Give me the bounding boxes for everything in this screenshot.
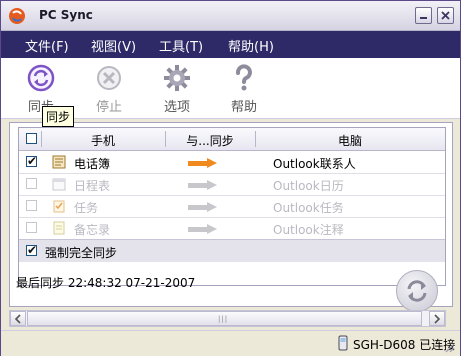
row-pc-label: Outlook日历 [273, 179, 344, 193]
status-bar: SGH-D608 已连接 [1, 330, 460, 356]
row-pc-label: Outlook联系人 [273, 157, 356, 171]
close-button[interactable] [437, 7, 454, 24]
sync-arrow-icon [188, 180, 217, 190]
task-icon [53, 200, 65, 213]
options-gear-icon [164, 65, 190, 91]
stop-icon [97, 66, 121, 90]
sync-arrow-icon [188, 158, 217, 168]
window-title: PC Sync [39, 8, 93, 22]
sync-arrow-icon [188, 202, 217, 212]
title-bar[interactable]: PC Sync [1, 1, 460, 31]
stop-button-label: 停止 [95, 100, 122, 115]
menu-help[interactable]: 帮助(H) [228, 36, 274, 55]
header-pc[interactable]: 电脑 [255, 132, 445, 149]
force-full-sync-checkbox[interactable]: ✔ [26, 243, 38, 257]
sync-row-memo[interactable]: 备忘录 Outlook注释 [19, 217, 445, 240]
row-pc-label: Outlook注释 [273, 223, 344, 237]
options-button-label: 选项 [163, 100, 190, 115]
stop-button[interactable]: 停止 [87, 62, 131, 115]
scroll-thumb[interactable]: ||| [27, 311, 422, 326]
sync-now-button[interactable] [396, 270, 438, 312]
row-phone-label: 任务 [74, 201, 99, 215]
row-checkbox[interactable] [26, 200, 37, 211]
row-phone-label: 备忘录 [74, 223, 111, 237]
header-sync-direction[interactable]: 与...同步 [165, 132, 255, 149]
force-full-sync-label: 强制完全同步 [45, 246, 118, 260]
last-sync-text: 最后同步 22:48:32 07-21-2007 [16, 276, 196, 290]
chevron-left-icon [14, 314, 21, 324]
menu-tools[interactable]: 工具(T) [159, 36, 203, 55]
refresh-icon [407, 280, 427, 302]
row-phone-label: 日程表 [74, 179, 111, 193]
connection-status: SGH-D608 已连接 [353, 338, 456, 352]
pc-sync-window: PC Sync 文件(F) 视图(V) 工具(T) 帮助(H) 同步 停止 选项… [0, 0, 461, 356]
minimize-icon [420, 17, 427, 19]
sync-items-grid: 手机 与...同步 电脑 ✔ 电话簿 Outlook联系人 日程表 Outloo… [18, 127, 446, 286]
app-logo-icon [9, 8, 25, 24]
sync-tooltip: 同步 [42, 106, 75, 127]
row-checkbox[interactable]: ✔ [26, 154, 38, 168]
menu-bar: 文件(F) 视图(V) 工具(T) 帮助(H) [1, 31, 460, 58]
check-mark-icon: ✔ [27, 243, 38, 257]
help-icon [236, 64, 252, 91]
options-button[interactable]: 选项 [155, 62, 199, 115]
row-pc-label: Outlook任务 [273, 201, 344, 215]
select-all-checkbox[interactable] [26, 133, 37, 144]
calendar-icon [52, 178, 66, 191]
sync-icon [27, 64, 55, 92]
scroll-grip-icon: ||| [218, 315, 229, 323]
scroll-left-button[interactable] [10, 311, 26, 326]
sync-row-phonebook[interactable]: ✔ 电话簿 Outlook联系人 [19, 151, 445, 174]
help-button[interactable]: 帮助 [222, 62, 266, 115]
sync-row-tasks[interactable]: 任务 Outlook任务 [19, 195, 445, 218]
phone-icon [338, 335, 348, 351]
minimize-button[interactable] [415, 7, 432, 24]
memo-icon [53, 221, 65, 235]
horizontal-scrollbar[interactable]: ||| [9, 310, 446, 327]
help-button-label: 帮助 [230, 100, 257, 115]
sync-row-calendar[interactable]: 日程表 Outlook日历 [19, 173, 445, 196]
force-full-sync-row[interactable]: ✔ 强制完全同步 [19, 239, 445, 262]
menu-file[interactable]: 文件(F) [25, 36, 69, 55]
scroll-right-button[interactable] [429, 311, 445, 326]
row-checkbox[interactable] [26, 178, 37, 189]
row-phone-label: 电话簿 [74, 157, 111, 171]
phonebook-icon [52, 155, 66, 169]
row-checkbox[interactable] [26, 222, 37, 233]
header-phone[interactable]: 手机 [41, 132, 165, 149]
chevron-right-icon [434, 314, 441, 324]
menu-view[interactable]: 视图(V) [91, 36, 136, 55]
resize-grip-icon[interactable] [443, 341, 455, 353]
sync-arrow-icon [188, 224, 217, 234]
check-mark-icon: ✔ [27, 154, 38, 168]
grid-header: 手机 与...同步 电脑 [19, 128, 445, 151]
close-icon [441, 11, 450, 20]
